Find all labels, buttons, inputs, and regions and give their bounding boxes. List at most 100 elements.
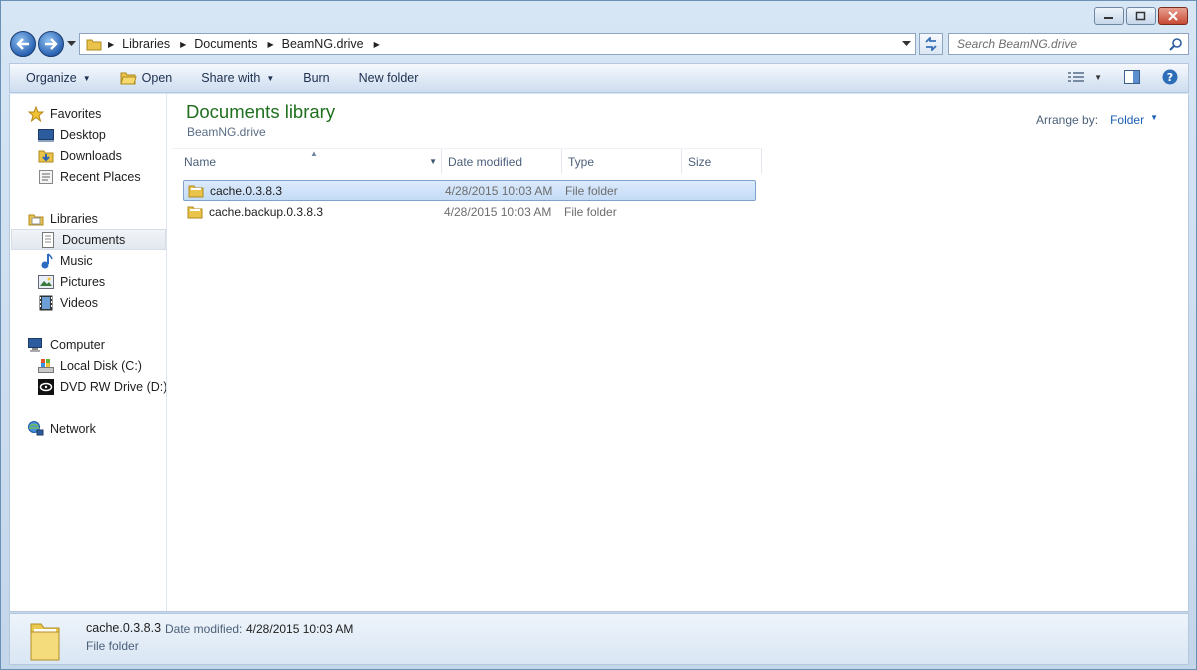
caption-buttons — [1092, 7, 1188, 25]
details-modified-label: Date modified: — [165, 622, 243, 636]
dvd-drive-icon — [38, 378, 54, 395]
chevron-down-icon[interactable]: ▼ — [1150, 113, 1158, 127]
column-label: Date modified — [448, 154, 523, 169]
sidebar-item-downloads[interactable]: Downloads — [38, 145, 122, 166]
navigation-bar: ▶ Libraries ▶ Documents ▶ BeamNG.drive ▶ — [1, 29, 1196, 59]
sidebar-item-libraries[interactable]: Libraries — [28, 208, 98, 229]
sidebar-item-local-disk[interactable]: Local Disk (C:) — [38, 355, 142, 376]
content-area: Favorites Desktop Downloads Recent Place… — [9, 94, 1189, 612]
folder-icon — [187, 205, 203, 219]
column-headers: ▲ Name ▼ Date modified Type Size — [172, 148, 762, 174]
column-label: Size — [688, 154, 712, 169]
recent-pages-dropdown-icon[interactable] — [67, 41, 76, 47]
breadcrumb-separator[interactable]: ▶ — [267, 40, 273, 49]
forward-button[interactable] — [38, 31, 64, 57]
minimize-button[interactable] — [1094, 7, 1124, 25]
sidebar-item-music[interactable]: Music — [38, 250, 93, 271]
library-subtitle: BeamNG.drive — [187, 125, 266, 139]
column-header-name[interactable]: ▲ Name ▼ — [172, 149, 442, 174]
file-date: 4/28/2015 10:03 AM — [444, 204, 552, 219]
sidebar-item-recent-places[interactable]: Recent Places — [38, 166, 141, 187]
details-file-name: cache.0.3.8.3 — [86, 621, 162, 635]
sidebar-item-label: Music — [60, 253, 93, 268]
help-icon: ? — [1162, 69, 1178, 85]
folder-icon — [86, 37, 102, 51]
file-name: cache.backup.0.3.8.3 — [209, 204, 324, 219]
file-row[interactable]: cache.0.3.8.3 4/28/2015 10:03 AM File fo… — [183, 180, 756, 201]
command-bar: Organize ▼ Open Share with ▼ Burn New fo… — [9, 63, 1189, 93]
view-details-icon — [1068, 72, 1085, 82]
sidebar-item-label: Recent Places — [60, 169, 141, 184]
close-button[interactable] — [1158, 7, 1188, 25]
maximize-icon — [1135, 11, 1146, 21]
sidebar-item-label: DVD RW Drive (D:) 14 — [60, 379, 167, 394]
share-with-button[interactable]: Share with ▼ — [181, 64, 283, 92]
close-icon — [1168, 11, 1178, 21]
recent-places-icon — [38, 169, 54, 185]
organize-button[interactable]: Organize ▼ — [10, 64, 100, 92]
file-list-pane: Documents library BeamNG.drive Arrange b… — [168, 94, 1188, 611]
details-modified-value: 4/28/2015 10:03 AM — [246, 622, 354, 636]
details-pane: cache.0.3.8.3 Date modified: 4/28/2015 1… — [9, 613, 1189, 665]
desktop-icon — [38, 127, 54, 143]
help-button[interactable]: ? — [1162, 69, 1178, 85]
local-disk-icon — [38, 358, 54, 374]
address-bar[interactable]: ▶ Libraries ▶ Documents ▶ BeamNG.drive ▶ — [79, 33, 916, 55]
sidebar-item-label: Local Disk (C:) — [60, 358, 142, 373]
sidebar-item-favorites[interactable]: Favorites — [28, 103, 101, 124]
search-icon[interactable] — [1169, 38, 1182, 51]
sidebar-item-dvd-drive[interactable]: DVD RW Drive (D:) 14 — [38, 376, 167, 397]
sidebar-item-network[interactable]: Network — [28, 418, 96, 439]
search-box[interactable] — [948, 33, 1189, 55]
sidebar-item-label: Libraries — [50, 211, 98, 226]
column-label: Type — [568, 154, 595, 169]
back-button[interactable] — [10, 31, 36, 57]
maximize-button[interactable] — [1126, 7, 1156, 25]
file-row[interactable]: cache.backup.0.3.8.3 4/28/2015 10:03 AM … — [183, 201, 756, 222]
burn-button[interactable]: Burn — [283, 64, 338, 92]
details-file-type: File folder — [86, 639, 139, 653]
sidebar-item-label: Computer — [50, 337, 105, 352]
breadcrumb-documents[interactable]: Documents — [194, 37, 257, 51]
breadcrumb-separator[interactable]: ▶ — [108, 40, 114, 49]
refresh-button[interactable] — [919, 33, 943, 55]
sidebar-item-documents[interactable]: Documents — [11, 229, 166, 250]
breadcrumb-beamng[interactable]: BeamNG.drive — [282, 37, 364, 51]
sort-ascending-icon: ▲ — [310, 149, 318, 158]
breadcrumb-separator[interactable]: ▶ — [374, 40, 380, 49]
sidebar-item-desktop[interactable]: Desktop — [38, 124, 106, 145]
chevron-down-icon: ▼ — [266, 73, 275, 83]
sidebar-item-label: Pictures — [60, 274, 106, 289]
breadcrumb-separator[interactable]: ▶ — [180, 40, 186, 49]
column-header-date-modified[interactable]: Date modified — [442, 149, 562, 174]
address-dropdown-icon[interactable] — [902, 41, 911, 47]
chevron-down-icon[interactable]: ▼ — [429, 157, 437, 166]
search-input[interactable] — [957, 37, 1157, 51]
sidebar-item-pictures[interactable]: Pictures — [38, 271, 105, 292]
file-name: cache.0.3.8.3 — [210, 183, 283, 198]
open-folder-icon — [119, 72, 137, 85]
pictures-icon — [38, 274, 54, 290]
sidebar-item-computer[interactable]: Computer — [28, 334, 105, 355]
forward-arrow-icon — [45, 38, 58, 50]
organize-label: Organize — [26, 71, 77, 85]
column-header-type[interactable]: Type — [562, 149, 682, 174]
file-type: File folder — [565, 183, 618, 198]
new-folder-button[interactable]: New folder — [339, 64, 428, 92]
arrange-by: Arrange by: Folder ▼ — [1036, 113, 1158, 127]
chevron-down-icon[interactable]: ▼ — [1094, 73, 1102, 82]
column-label: Name — [184, 154, 217, 169]
column-header-size[interactable]: Size — [682, 149, 762, 174]
star-icon — [28, 105, 44, 122]
change-view-button[interactable]: ▼ — [1068, 71, 1102, 83]
sidebar-item-label: Desktop — [60, 127, 106, 142]
sidebar-item-label: Favorites — [50, 106, 102, 121]
file-name-cell: cache.0.3.8.3 — [184, 184, 439, 198]
navigation-pane: Favorites Desktop Downloads Recent Place… — [10, 94, 167, 611]
preview-pane-button[interactable] — [1124, 70, 1140, 84]
open-button[interactable]: Open — [100, 64, 182, 92]
sidebar-item-label: Videos — [60, 295, 98, 310]
breadcrumb-libraries[interactable]: Libraries — [122, 37, 170, 51]
sidebar-item-videos[interactable]: Videos — [38, 292, 98, 313]
arrange-by-dropdown[interactable]: Folder — [1110, 113, 1144, 127]
